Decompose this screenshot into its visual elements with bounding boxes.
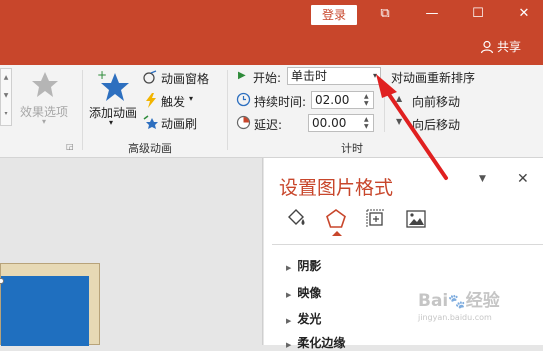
share-button[interactable]: 共享: [480, 38, 521, 55]
section-label: 映像: [297, 286, 322, 300]
pane-divider: [272, 244, 543, 245]
expand-icon: ▶: [286, 341, 292, 349]
svg-text:+: +: [97, 68, 107, 82]
title-bar: 登录 ⧉ — ☐ ✕ 共享: [0, 0, 543, 65]
clock-icon: [236, 92, 251, 107]
animation-pane-button[interactable]: 动画窗格: [143, 70, 223, 86]
animation-pane-label: 动画窗格: [161, 72, 210, 86]
animation-painter-icon: [143, 115, 158, 129]
gallery-scroll[interactable]: ▲ ▼ ▾: [0, 68, 12, 126]
pane-close-icon[interactable]: ✕: [517, 171, 529, 187]
picture-icon[interactable]: [405, 208, 427, 230]
effect-options-button[interactable]: 效果选项 ▾: [18, 70, 74, 130]
section-shadow[interactable]: ▶ 阴影: [286, 257, 321, 274]
chevron-down-icon: ▾: [109, 118, 114, 127]
delay-label: 延迟:: [254, 118, 283, 132]
person-icon: [480, 40, 494, 53]
trigger-label: 触发: [161, 95, 186, 109]
size-position-icon[interactable]: [365, 208, 387, 230]
separator: [82, 70, 83, 150]
section-reflection[interactable]: ▶ 映像: [286, 284, 321, 301]
effects-pentagon-icon[interactable]: [325, 208, 347, 230]
expand-icon: ▶: [286, 317, 292, 325]
add-animation-star-icon: +: [97, 68, 129, 101]
section-label: 发光: [297, 312, 322, 326]
duration-label: 持续时间:: [254, 95, 307, 109]
login-button[interactable]: 登录: [311, 5, 357, 25]
duration-value: 02.00: [315, 93, 350, 107]
animation-painter-label: 动画刷: [161, 117, 198, 131]
section-label: 阴影: [297, 259, 322, 273]
fill-line-icon[interactable]: [285, 208, 307, 230]
play-icon: ▶: [238, 70, 246, 81]
expand-icon: ▶: [286, 291, 292, 299]
chevron-down-icon: ▾: [189, 94, 194, 103]
timing-group-label: 计时: [341, 142, 363, 155]
chevron-down-icon: ▾: [42, 117, 47, 126]
active-tab-indicator: [332, 231, 342, 236]
start-label: 开始:: [253, 71, 282, 85]
animation-painter-button[interactable]: 动画刷: [143, 115, 213, 131]
add-animation-button[interactable]: + 添加动画 ▾: [86, 68, 140, 132]
animation-pane-icon: [143, 70, 157, 84]
maximize-icon[interactable]: ☐: [466, 4, 490, 24]
delay-field[interactable]: 00.00 ▲ ▼: [308, 114, 374, 132]
slide-image-content: [1, 276, 89, 346]
slide-picture[interactable]: [0, 263, 100, 346]
duration-field[interactable]: 02.00 ▲ ▼: [311, 91, 374, 109]
annotation-arrow: [376, 74, 448, 180]
ribbon-display-options-icon[interactable]: ⧉: [373, 4, 397, 24]
share-label: 共享: [497, 40, 522, 54]
advanced-animation-group-label: 高级动画: [128, 142, 172, 155]
start-value: 单击时: [291, 69, 328, 83]
expand-icon: ▶: [286, 264, 292, 272]
section-glow[interactable]: ▶ 发光: [286, 310, 321, 327]
separator: [227, 70, 228, 150]
minimize-icon[interactable]: —: [420, 4, 444, 24]
delay-value: 00.00: [312, 116, 347, 130]
close-icon[interactable]: ✕: [512, 4, 536, 24]
baidu-watermark: Bai🐾经验 jingyan.baidu.com: [418, 291, 500, 322]
lightning-icon: [146, 93, 156, 108]
section-label: 柔化边缘: [297, 336, 346, 350]
star-icon: [32, 72, 58, 97]
delay-clock-icon: [236, 115, 251, 130]
section-soft-edges[interactable]: ▶ 柔化边缘: [286, 334, 345, 351]
dialog-launcher-icon[interactable]: ◲: [66, 142, 74, 151]
trigger-button[interactable]: 触发 ▾: [143, 93, 203, 109]
